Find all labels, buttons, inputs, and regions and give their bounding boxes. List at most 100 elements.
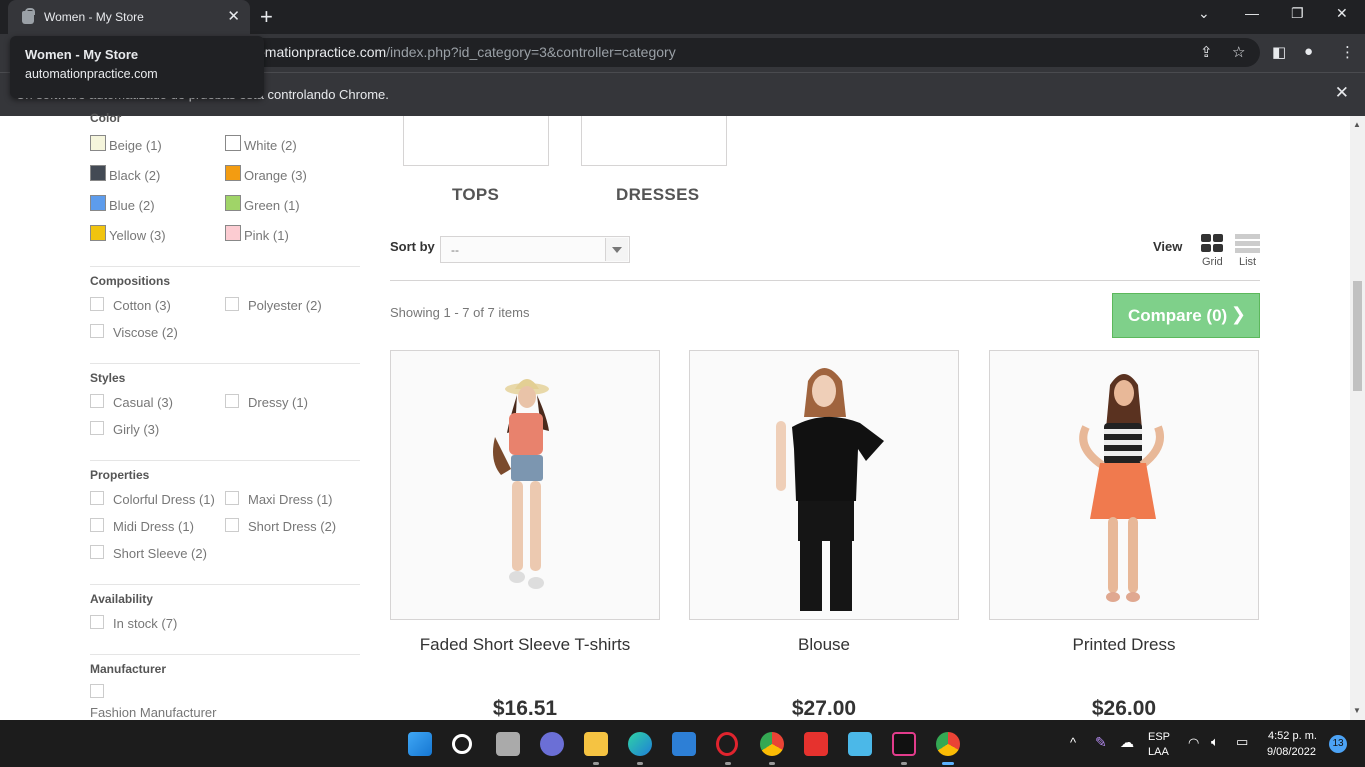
- filter-label: Polyester (2): [248, 298, 322, 313]
- list-view-icon[interactable]: [1235, 234, 1260, 253]
- tab-search-icon[interactable]: ⌄: [1198, 5, 1210, 22]
- input-language[interactable]: ESP: [1148, 731, 1170, 743]
- notepad-icon[interactable]: [848, 732, 872, 756]
- checkbox[interactable]: [225, 491, 239, 505]
- checkbox[interactable]: [90, 394, 104, 408]
- color-swatch[interactable]: [225, 165, 241, 181]
- checkbox[interactable]: [90, 491, 104, 505]
- tab-tooltip: Women - My Store automationpractice.com: [10, 36, 264, 98]
- checkbox[interactable]: [90, 518, 104, 532]
- compare-button[interactable]: Compare (0) ❯: [1112, 293, 1260, 338]
- windows-taskbar: ^ ✎ ☁ ESP LAA ◠ 🔈︎ ▭ 4:52 p. m. 9/08/202…: [0, 720, 1365, 767]
- minimize-icon[interactable]: —: [1245, 5, 1259, 21]
- subcategory-dresses[interactable]: DRESSES: [616, 185, 699, 205]
- running-indicator: [901, 762, 907, 765]
- product-image[interactable]: [689, 350, 959, 620]
- chat-icon[interactable]: [540, 732, 564, 756]
- color-swatch[interactable]: [90, 195, 106, 211]
- windows-start-icon[interactable]: [408, 732, 432, 756]
- running-indicator: [637, 762, 643, 765]
- scrollbar-thumb[interactable]: [1353, 281, 1362, 391]
- clock-date[interactable]: 9/08/2022: [1267, 746, 1316, 758]
- product-name[interactable]: Faded Short Sleeve T-shirts: [390, 635, 660, 655]
- chevron-up-icon[interactable]: ^: [1070, 735, 1076, 750]
- wifi-icon[interactable]: ◠: [1188, 735, 1199, 751]
- edge-icon[interactable]: [628, 732, 652, 756]
- search-icon[interactable]: [452, 734, 472, 754]
- divider: [90, 584, 360, 585]
- checkbox[interactable]: [225, 394, 239, 408]
- sort-select[interactable]: --: [440, 236, 630, 263]
- bookmark-star-icon[interactable]: ☆: [1232, 43, 1245, 61]
- browser-tab[interactable]: Women - My Store ✕: [8, 0, 250, 34]
- checkbox[interactable]: [90, 421, 104, 435]
- scroll-down-icon[interactable]: ▼: [1353, 706, 1361, 715]
- opera-icon[interactable]: [716, 732, 738, 756]
- task-view-icon[interactable]: [496, 732, 520, 756]
- color-swatch[interactable]: [225, 135, 241, 151]
- window-close-icon[interactable]: ✕: [1336, 5, 1348, 22]
- battery-icon[interactable]: ▭: [1236, 734, 1248, 750]
- profile-icon[interactable]: ●: [1304, 43, 1313, 60]
- wps-office-icon[interactable]: [804, 732, 828, 756]
- checkbox[interactable]: [90, 297, 104, 311]
- filter-label: Short Dress (2): [248, 519, 337, 534]
- product-name[interactable]: Printed Dress: [989, 635, 1259, 655]
- color-swatch[interactable]: [90, 165, 106, 181]
- keyboard-layout[interactable]: LAA: [1148, 746, 1169, 758]
- color-label: Yellow (3): [109, 228, 166, 243]
- side-panel-icon[interactable]: ◧: [1272, 43, 1286, 61]
- close-tab-icon[interactable]: ✕: [227, 7, 240, 25]
- color-swatch[interactable]: [225, 195, 241, 211]
- url-text[interactable]: omationpractice.com/index.php?id_categor…: [257, 44, 676, 60]
- subcategory-image-dresses[interactable]: [581, 116, 727, 166]
- share-icon[interactable]: ⇪: [1200, 43, 1213, 61]
- color-label: Blue (2): [109, 198, 155, 213]
- scroll-up-icon[interactable]: ▲: [1353, 120, 1361, 129]
- menu-icon[interactable]: ⋮: [1340, 43, 1355, 61]
- checkbox[interactable]: [90, 324, 104, 338]
- filter-label: Maxi Dress (1): [248, 492, 333, 507]
- divider: [90, 363, 360, 364]
- filter-label: Dressy (1): [248, 395, 308, 410]
- active-indicator: [942, 762, 954, 765]
- divider: [90, 266, 360, 267]
- color-swatch[interactable]: [225, 225, 241, 241]
- product-image[interactable]: [989, 350, 1259, 620]
- checkbox[interactable]: [90, 684, 104, 698]
- checkbox[interactable]: [225, 518, 239, 532]
- product-image[interactable]: [390, 350, 660, 620]
- new-tab-icon[interactable]: +: [260, 4, 273, 30]
- store-icon[interactable]: [672, 732, 696, 756]
- speaker-icon[interactable]: 🔈︎: [1211, 734, 1219, 750]
- intellij-icon[interactable]: [892, 732, 916, 756]
- list-label[interactable]: List: [1239, 256, 1256, 268]
- grid-view-icon[interactable]: [1201, 234, 1224, 253]
- page-scrollbar[interactable]: ▲ ▼: [1350, 116, 1365, 720]
- product-name[interactable]: Blouse: [689, 635, 959, 655]
- filter-label: In stock (7): [113, 616, 178, 631]
- file-explorer-icon[interactable]: [584, 732, 608, 756]
- color-swatch[interactable]: [90, 225, 106, 241]
- running-indicator: [725, 762, 731, 765]
- chevron-down-icon[interactable]: [605, 238, 628, 261]
- checkbox[interactable]: [225, 297, 239, 311]
- notification-badge[interactable]: 13: [1329, 735, 1347, 753]
- showing-count: Showing 1 - 7 of 7 items: [390, 305, 530, 320]
- infobar-close-icon[interactable]: ✕: [1335, 83, 1349, 103]
- color-swatch[interactable]: [90, 135, 106, 151]
- feather-icon[interactable]: ✎: [1095, 734, 1107, 751]
- checkbox[interactable]: [90, 615, 104, 629]
- clock-time[interactable]: 4:52 p. m.: [1268, 730, 1317, 742]
- filter-label: Viscose (2): [113, 325, 178, 340]
- chrome-active-icon[interactable]: [936, 732, 960, 756]
- chrome-icon[interactable]: [760, 732, 784, 756]
- cloud-icon[interactable]: ☁: [1120, 734, 1134, 751]
- color-label: White (2): [244, 138, 297, 153]
- subcategory-image-tops[interactable]: [403, 116, 549, 166]
- color-label: Orange (3): [244, 168, 307, 183]
- restore-icon[interactable]: ❐: [1291, 5, 1304, 22]
- checkbox[interactable]: [90, 545, 104, 559]
- subcategory-tops[interactable]: TOPS: [452, 185, 499, 205]
- grid-label[interactable]: Grid: [1202, 256, 1223, 268]
